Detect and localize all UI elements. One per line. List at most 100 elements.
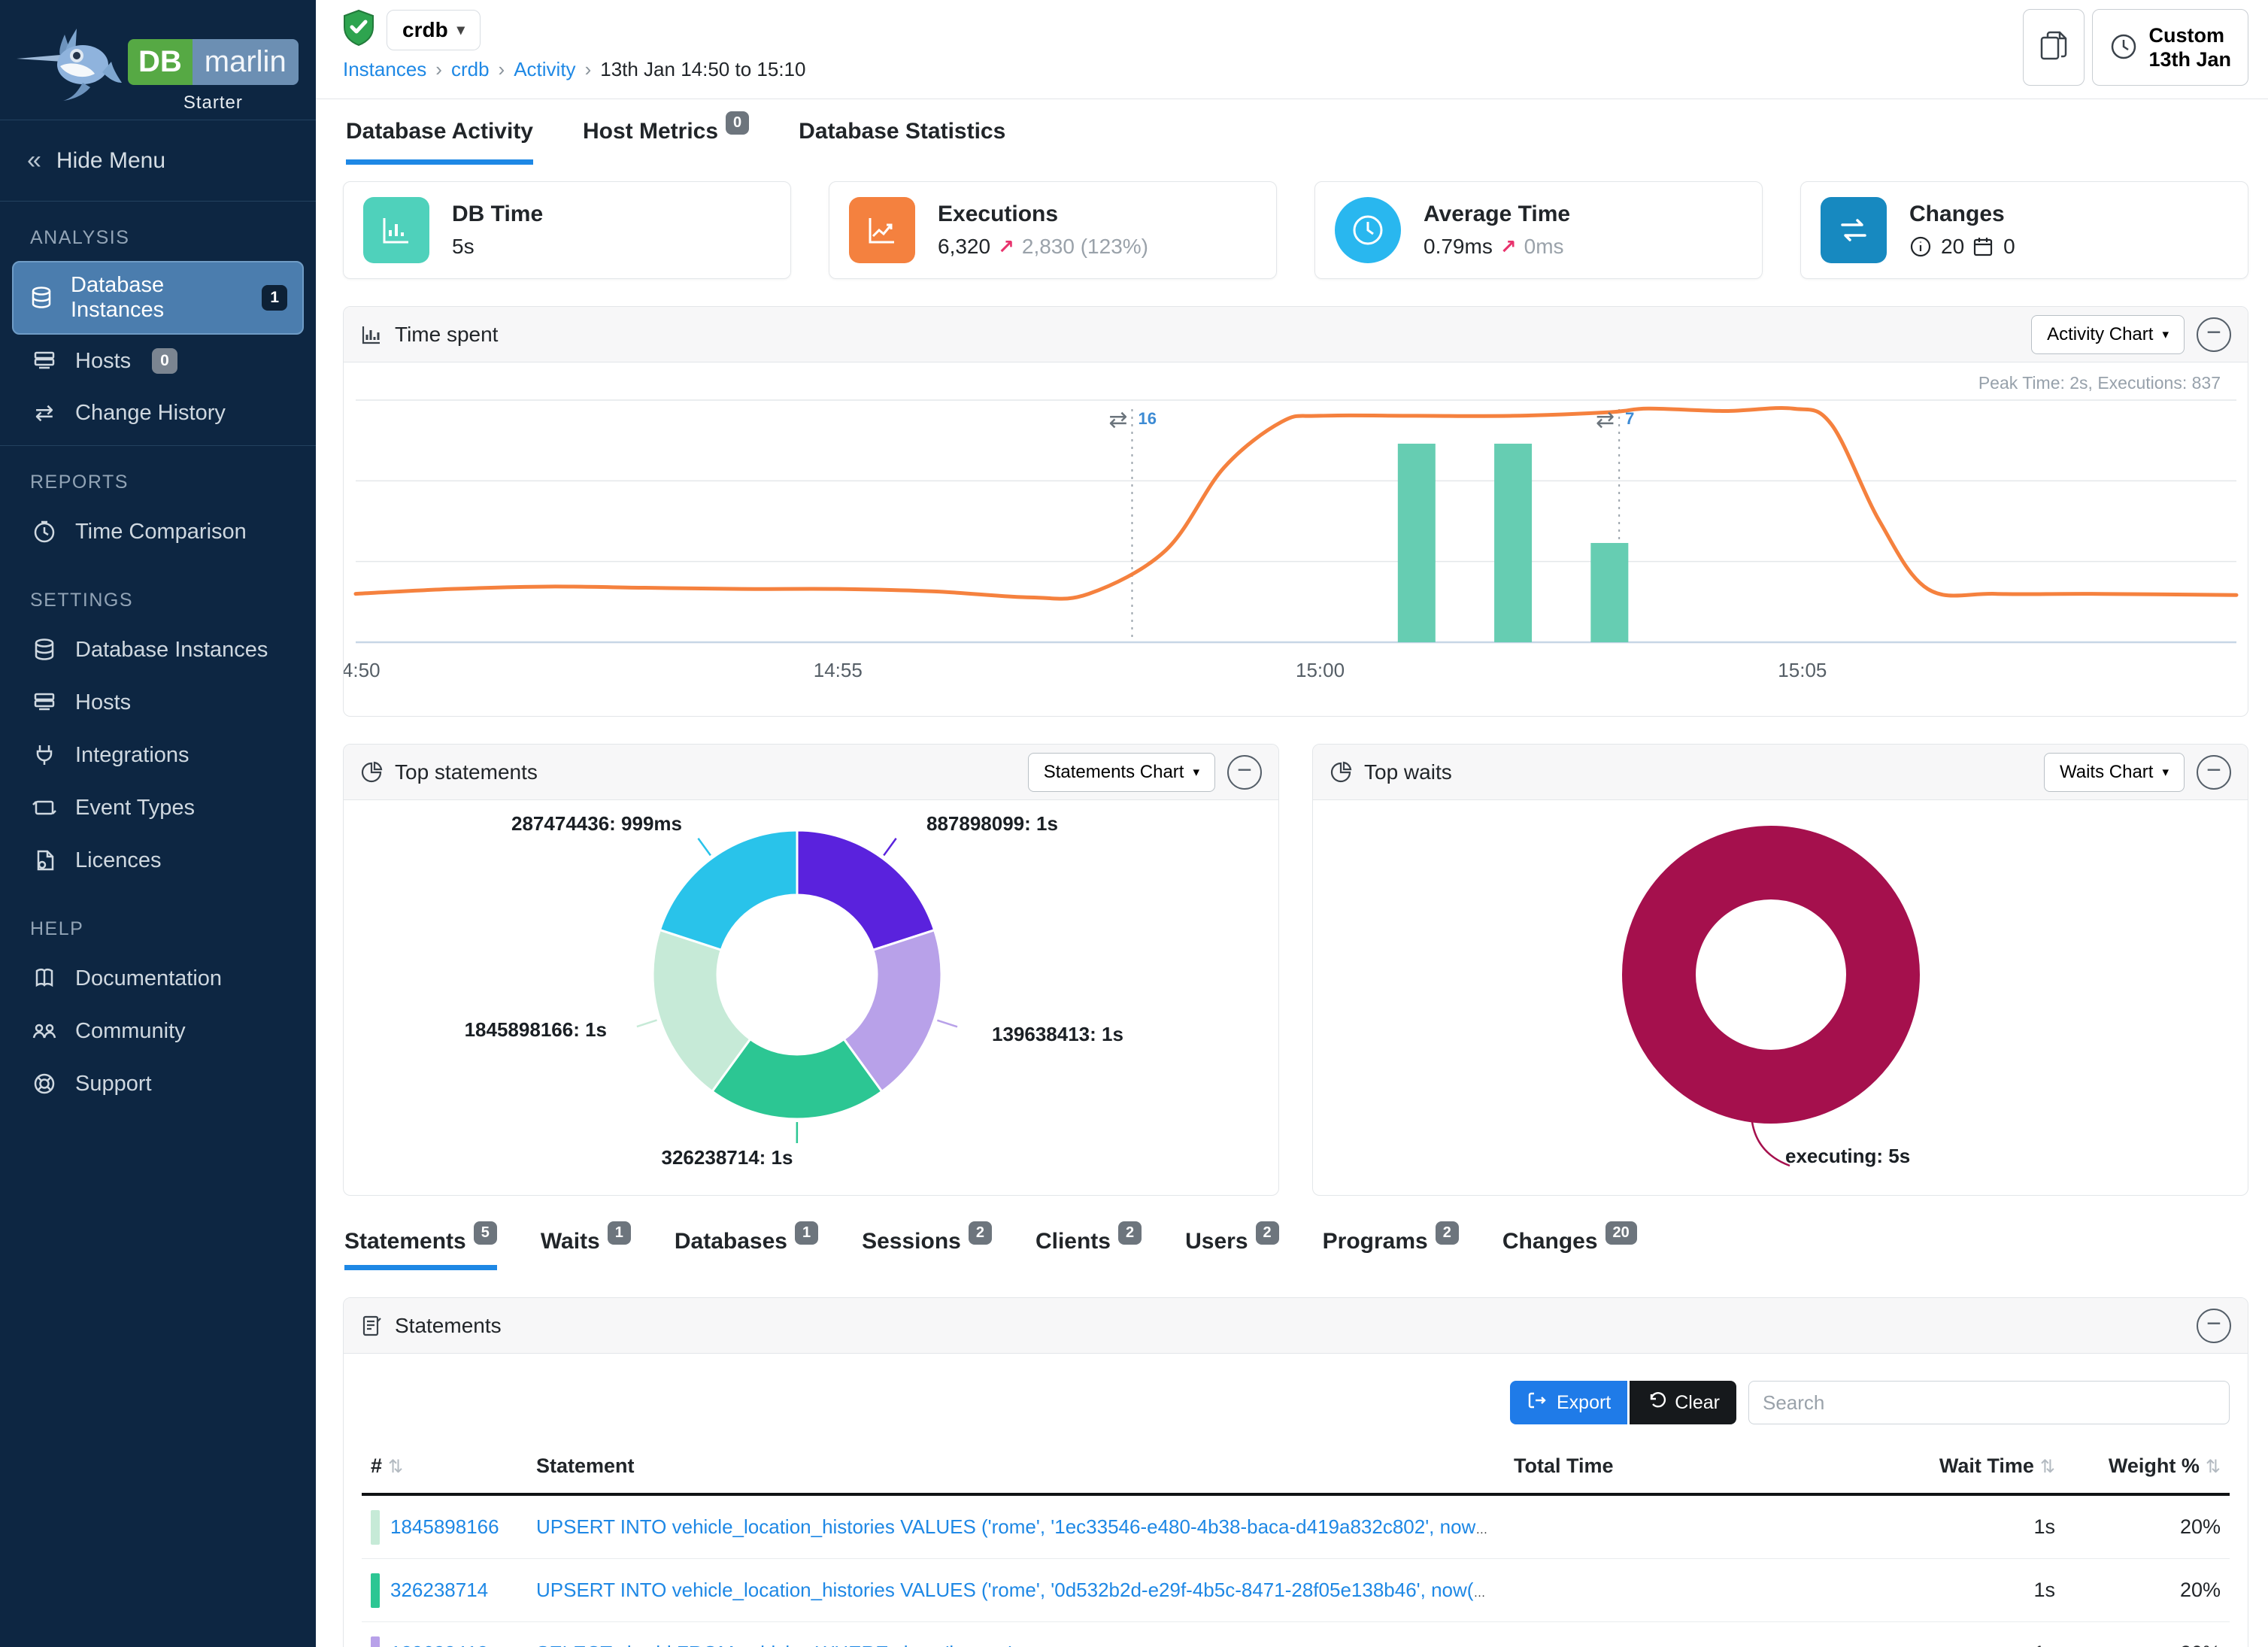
tab-changes[interactable]: Changes20: [1502, 1229, 1637, 1270]
col-statement: Statement: [536, 1454, 1514, 1478]
changes-calendar-count: 0: [2003, 235, 2015, 259]
statement-sql-link[interactable]: SELECT city, id FROM vehicles WHERE city…: [536, 1642, 1011, 1647]
svg-text:14:55: 14:55: [814, 659, 863, 681]
info-circle-icon: [1909, 235, 1932, 258]
waits-chart-dropdown[interactable]: Waits Chart ▾: [2044, 753, 2185, 792]
panel-title: Time spent: [395, 323, 498, 347]
tab-statements[interactable]: Statements5: [344, 1229, 497, 1270]
clock-icon: [2109, 32, 2138, 63]
metric-cards: DB Time 5s Executions 6,320 ↗ 2,830 (123…: [343, 181, 2248, 279]
statement-id-link[interactable]: 1845898166: [390, 1515, 499, 1539]
time-spent-panel: Time spent Activity Chart ▾ − Peak Time:…: [343, 306, 2248, 717]
tab-waits[interactable]: Waits1: [541, 1229, 631, 1270]
tab-clients[interactable]: Clients2: [1035, 1229, 1142, 1270]
sidebar-item-database-instances[interactable]: Database Instances 1: [12, 261, 304, 335]
hide-menu-button[interactable]: « Hide Menu: [0, 120, 316, 201]
avg-time-value: 0.79ms: [1424, 235, 1493, 259]
tab-users[interactable]: Users2: [1185, 1229, 1279, 1270]
wait-time-value: 1s: [1739, 1642, 2055, 1647]
donut-label: 139638413: 1s: [992, 1023, 1123, 1046]
collapse-panel-button[interactable]: −: [2197, 1309, 2231, 1343]
executions-delta: 2,830 (123%): [1022, 235, 1148, 259]
sidebar-item-integrations[interactable]: Integrations: [0, 729, 316, 781]
sort-by-id[interactable]: #⇅: [371, 1454, 536, 1478]
collapse-panel-button[interactable]: −: [2197, 317, 2231, 352]
export-button[interactable]: Export: [1510, 1381, 1627, 1424]
breadcrumb: Instances › crdb › Activity › 13th Jan 1…: [343, 58, 2268, 81]
tab-database-statistics[interactable]: Database Statistics: [799, 119, 1005, 165]
donut-label: 887898099: 1s: [926, 812, 1058, 836]
sidebar-item-support[interactable]: Support: [0, 1057, 316, 1110]
logo-marlin-badge: marlin: [193, 39, 299, 85]
health-shield-icon: [343, 9, 374, 50]
statements-donut-chart: 287474436: 999ms 887898099: 1s 184589816…: [344, 800, 1278, 1195]
time-range-button[interactable]: Custom 13th Jan: [2092, 9, 2248, 86]
clear-button[interactable]: Clear: [1630, 1381, 1736, 1424]
sidebar-section-help: HELP Documentation Community Support: [0, 893, 316, 1116]
collapse-panel-button[interactable]: −: [2197, 755, 2231, 790]
avg-time-delta: 0ms: [1524, 235, 1564, 259]
edition-label: Starter: [183, 93, 243, 114]
wait-time-value: 1s: [1739, 1515, 2055, 1539]
chevron-down-icon: ▾: [2162, 327, 2169, 342]
chevron-down-icon: ▾: [457, 20, 465, 39]
time-spent-header: Time spent Activity Chart ▾ −: [344, 307, 2248, 362]
section-title: ANALYSIS: [0, 227, 316, 261]
top-waits-header: Top waits Waits Chart ▾ −: [1313, 745, 2248, 800]
instance-selector[interactable]: crdb ▾: [387, 10, 481, 50]
tab-programs[interactable]: Programs2: [1323, 1229, 1459, 1270]
statement-id-link[interactable]: 139638413: [390, 1642, 488, 1647]
breadcrumb-activity[interactable]: Activity: [514, 58, 575, 81]
sidebar-item-database-instances-settings[interactable]: Database Instances: [0, 623, 316, 676]
weight-value: 20%: [2055, 1642, 2221, 1647]
sidebar-item-community[interactable]: Community: [0, 1005, 316, 1057]
donut-label: executing: 5s: [1785, 1145, 1910, 1168]
sidebar-item-licences[interactable]: Licences: [0, 834, 316, 887]
search-input[interactable]: [1748, 1381, 2230, 1424]
panel-title: Top waits: [1364, 760, 1452, 784]
app-logo[interactable]: DB marlin Starter: [0, 0, 316, 120]
statement-sql-link[interactable]: UPSERT INTO vehicle_location_histories V…: [536, 1515, 1514, 1538]
tab-database-activity[interactable]: Database Activity: [346, 119, 533, 165]
tab-sessions[interactable]: Sessions2: [862, 1229, 992, 1270]
statements-chart-dropdown[interactable]: Statements Chart ▾: [1028, 753, 1215, 792]
sidebar-item-documentation[interactable]: Documentation: [0, 952, 316, 1005]
collapse-panel-button[interactable]: −: [1227, 755, 1262, 790]
sidebar-section-reports: REPORTS Time Comparison: [0, 446, 316, 564]
breadcrumb-instances[interactable]: Instances: [343, 58, 426, 81]
activity-chart-dropdown[interactable]: Activity Chart ▾: [2031, 315, 2185, 354]
histogram-icon: [360, 323, 383, 346]
time-spent-chart: Peak Time: 2s, Executions: 837 ⇄16⇄714:5…: [344, 362, 2248, 716]
section-title: REPORTS: [0, 472, 316, 505]
clock-icon: [1335, 197, 1401, 263]
database-icon: [30, 637, 59, 663]
change-history-icon: ⇄: [30, 402, 59, 425]
sidebar-item-change-history[interactable]: ⇄ Change History: [0, 387, 316, 439]
sidebar-item-event-types[interactable]: Event Types: [0, 781, 316, 834]
statement-sql-link[interactable]: UPSERT INTO vehicle_location_histories V…: [536, 1579, 1514, 1601]
card-executions: Executions 6,320 ↗ 2,830 (123%): [829, 181, 1277, 279]
copy-button[interactable]: [2023, 9, 2085, 86]
licence-icon: [30, 848, 59, 873]
sidebar-item-hosts[interactable]: Hosts 0: [0, 335, 316, 387]
sidebar-item-hosts-settings[interactable]: Hosts: [0, 676, 316, 729]
copy-icon: [2039, 30, 2069, 65]
tab-databases[interactable]: Databases1: [675, 1229, 818, 1270]
top-statements-header: Top statements Statements Chart ▾ −: [344, 745, 1278, 800]
waits-donut-chart: executing: 5s: [1313, 800, 2248, 1195]
sort-by-weight[interactable]: Weight %⇅: [2055, 1454, 2221, 1478]
breadcrumb-crdb[interactable]: crdb: [451, 58, 490, 81]
statement-id-link[interactable]: 326238714: [390, 1579, 488, 1602]
pie-chart-icon: [1330, 761, 1352, 784]
detail-tabs: Statements5 Waits1 Databases1 Sessions2 …: [343, 1229, 2248, 1270]
sidebar-item-time-comparison[interactable]: Time Comparison: [0, 505, 316, 558]
breadcrumb-timerange: 13th Jan 14:50 to 15:10: [600, 58, 805, 81]
chevron-down-icon: ▾: [1193, 765, 1199, 780]
sort-by-wait-time[interactable]: Wait Time⇅: [1739, 1454, 2055, 1478]
svg-text:⇄: ⇄: [1108, 408, 1127, 432]
tab-host-metrics[interactable]: Host Metrics 0: [583, 119, 749, 165]
top-statements-panel: Top statements Statements Chart ▾ − 2874…: [343, 744, 1279, 1196]
statements-table-panel: Statements − Export C: [343, 1297, 2248, 1647]
trend-up-icon: ↗: [998, 235, 1014, 259]
donut-panels-row: Top statements Statements Chart ▾ − 2874…: [343, 717, 2248, 1196]
